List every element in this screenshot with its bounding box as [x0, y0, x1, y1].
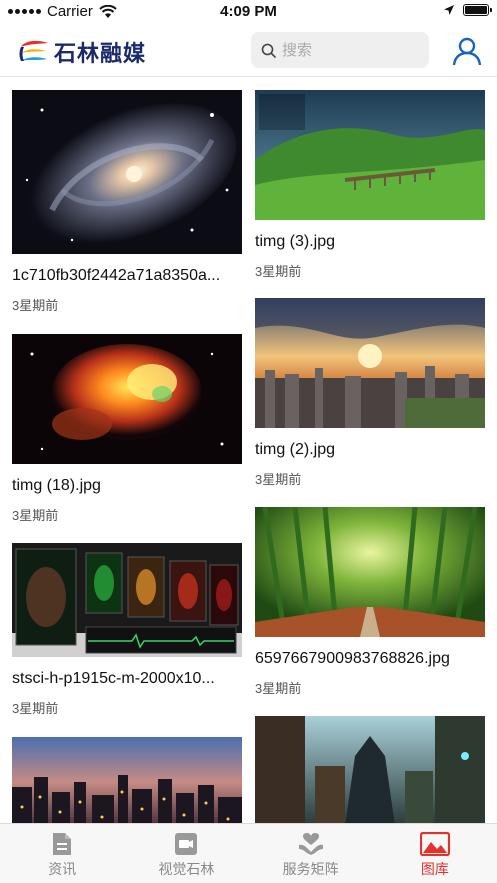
heart-hands-icon — [298, 833, 323, 855]
battery-icon — [463, 4, 492, 16]
logo-mark-icon — [19, 40, 48, 61]
gallery-thumbnail[interactable] — [255, 506, 485, 638]
gallery-item[interactable]: stsci-h-p1915c-m-2000x10... 3星期前 — [12, 543, 242, 717]
gallery-thumbnail[interactable] — [12, 334, 242, 464]
gallery-item[interactable] — [255, 716, 485, 823]
gallery-thumbnail[interactable] — [12, 90, 242, 254]
file-time: 3星期前 — [12, 298, 59, 313]
file-time: 3星期前 — [255, 472, 302, 487]
file-name: stsci-h-p1915c-m-2000x10... — [12, 670, 215, 687]
top-nav-bar: 石林融媒 — [0, 24, 497, 77]
gallery-thumbnail[interactable] — [255, 716, 485, 823]
gallery-item[interactable]: timg (2).jpg 3星期前 — [255, 298, 485, 488]
search-icon — [261, 43, 276, 58]
file-name: timg (18).jpg — [12, 477, 101, 494]
file-name: timg (2).jpg — [255, 441, 336, 458]
gallery-thumbnail[interactable] — [12, 737, 242, 823]
gallery-grid: 1c710fb30f2442a71a8350a... 3星期前 timg (18… — [0, 78, 497, 823]
gallery-item[interactable]: timg (3).jpg 3星期前 — [255, 90, 485, 280]
tab-video-shilin[interactable]: 视觉石林 — [124, 824, 248, 883]
search-box[interactable] — [251, 32, 429, 68]
gallery-thumbnail[interactable] — [12, 543, 242, 657]
gallery-item[interactable]: 6597667900983768826.jpg 3星期前 — [255, 506, 485, 697]
tab-label: 视觉石林 — [158, 861, 215, 877]
gallery-thumbnail[interactable] — [255, 298, 485, 428]
app-logo: 石林融媒 — [18, 36, 146, 68]
user-profile-icon[interactable] — [452, 36, 482, 66]
bottom-tab-bar: 资讯 视觉石林 服务矩阵 图库 — [0, 823, 497, 883]
file-time: 3星期前 — [255, 264, 302, 279]
tab-label: 资讯 — [48, 861, 77, 877]
tab-label: 服务矩阵 — [282, 861, 339, 877]
news-icon — [53, 833, 72, 855]
file-name: 1c710fb30f2442a71a8350a... — [12, 267, 221, 284]
location-arrow-icon — [444, 5, 454, 15]
tab-gallery[interactable]: 图库 — [373, 824, 497, 883]
gallery-item[interactable]: timg (18).jpg 3星期前 — [12, 334, 242, 524]
gallery-thumbnail[interactable] — [255, 90, 485, 220]
tab-label: 图库 — [420, 861, 449, 877]
status-bar: Carrier 4:09 PM — [0, 0, 497, 24]
tab-service-matrix[interactable]: 服务矩阵 — [249, 824, 373, 883]
file-time: 3星期前 — [12, 508, 59, 523]
file-name: 6597667900983768826.jpg — [255, 650, 450, 667]
file-time: 3星期前 — [12, 701, 59, 716]
tab-news[interactable]: 资讯 — [0, 824, 124, 883]
status-time: 4:09 PM — [220, 3, 277, 20]
gallery-item[interactable] — [12, 737, 242, 823]
file-time: 3星期前 — [255, 681, 302, 696]
gallery-item[interactable]: 1c710fb30f2442a71a8350a... 3星期前 — [12, 90, 242, 314]
gallery-icon — [419, 832, 450, 856]
search-input[interactable] — [282, 41, 412, 59]
file-name: timg (3).jpg — [255, 233, 336, 250]
logo-text: 石林融媒 — [54, 41, 147, 66]
video-icon — [175, 833, 198, 855]
